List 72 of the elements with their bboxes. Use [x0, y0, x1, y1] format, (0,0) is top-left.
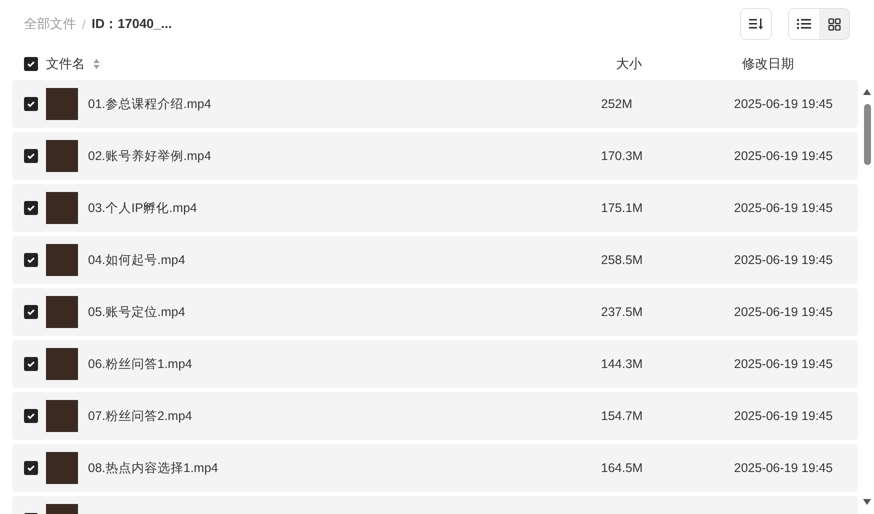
checkbox[interactable]: [24, 201, 38, 215]
modified-date: 2025-06-19 19:45: [734, 149, 834, 163]
file-size: 154.7M: [601, 409, 644, 423]
file-size: 252M: [601, 97, 634, 111]
scroll-up-icon[interactable]: [862, 88, 872, 96]
file-size: 164.5M: [601, 461, 644, 475]
file-row[interactable]: 03.个人IP孵化.mp4 175.1M 2025-06-19 19:45: [12, 184, 858, 232]
file-size: 237.5M: [601, 305, 644, 319]
scroll-down-icon[interactable]: [862, 498, 872, 506]
current-folder: ID：17040_...: [92, 15, 172, 33]
scrollbar-thumb[interactable]: [864, 104, 871, 165]
file-row[interactable]: 07.粉丝问答2.mp4 154.7M 2025-06-19 19:45: [12, 392, 858, 440]
photo-placeholder: [46, 296, 78, 328]
check-icon: [26, 99, 36, 109]
column-header: 大小: [615, 55, 643, 73]
photo-placeholder: [46, 140, 78, 172]
file-name: 05.账号定位.mp4: [87, 304, 186, 320]
file-size: 175.1M: [601, 201, 644, 215]
file-name: 02.账号养好举例.mp4: [87, 148, 212, 164]
modified-date: 2025-06-19 19:45: [734, 409, 834, 423]
file-name: 08.热点内容选择1.mp4: [87, 460, 220, 476]
file-row[interactable]: 04.如何起号.mp4 258.5M 2025-06-19 19:45: [12, 236, 858, 284]
grid-view-button[interactable]: [819, 9, 849, 39]
file-row[interactable]: 02.账号养好举例.mp4 170.3M 2025-06-19 19:45: [12, 132, 858, 180]
list-view-icon: [797, 18, 811, 30]
photo-placeholder: [46, 88, 78, 120]
check-icon: [26, 463, 36, 473]
check-icon: [26, 255, 36, 265]
file-name: 07.粉丝问答2.mp4: [87, 408, 194, 424]
checkbox[interactable]: [24, 57, 38, 71]
modified-date: 2025-06-19 19:45: [734, 201, 834, 215]
photo-placeholder: [46, 400, 78, 432]
file-row[interactable]: 08.热点内容选择1.mp4 164.5M 2025-06-19 19:45: [12, 444, 858, 492]
breadcrumb-separator: /: [82, 16, 86, 32]
file-name: 03.个人IP孵化.mp4: [87, 200, 198, 216]
checkbox[interactable]: [24, 253, 38, 267]
file-name: 01.参总课程介绍.mp4: [87, 96, 212, 112]
checkbox[interactable]: [24, 149, 38, 163]
checkbox[interactable]: [24, 357, 38, 371]
photo-placeholder: [46, 452, 78, 484]
modified-date: 2025-06-19 19:45: [734, 97, 834, 111]
modified-date: 2025-06-19 19:45: [734, 461, 834, 475]
check-icon: [26, 151, 36, 161]
file-size: 144.3M: [601, 357, 644, 371]
photo-placeholder: [46, 192, 78, 224]
column-header[interactable]: 文件名: [46, 55, 85, 73]
sort-button[interactable]: [740, 8, 772, 40]
file-size: 170.3M: [601, 149, 644, 163]
modified-date: 2025-06-19 19:45: [734, 305, 834, 319]
checkbox[interactable]: [24, 97, 38, 111]
check-icon: [26, 359, 36, 369]
file-name: 06.粉丝问答1.mp4: [87, 356, 194, 372]
modified-date: 2025-06-19 19:45: [734, 357, 834, 371]
file-name: 04.如何起号.mp4: [87, 252, 186, 268]
file-row[interactable]: 01.参总课程介绍.mp4 252M 2025-06-19 19:45: [12, 80, 858, 128]
checkbox[interactable]: [24, 461, 38, 475]
file-size: 258.5M: [601, 253, 644, 267]
check-icon: [26, 59, 36, 69]
check-icon: [26, 203, 36, 213]
checkbox[interactable]: [24, 409, 38, 423]
modified-date: 2025-06-19 19:45: [734, 253, 834, 267]
photo-placeholder: [46, 244, 78, 276]
sort-arrows-icon: [93, 59, 100, 69]
sort-icon: [749, 18, 763, 30]
file-row[interactable]: 05.账号定位.mp4 237.5M 2025-06-19 19:45: [12, 288, 858, 336]
photo-placeholder: [46, 348, 78, 380]
check-icon: [26, 411, 36, 421]
column-header: 修改日期: [741, 55, 795, 73]
file-row[interactable]: 06.粉丝问答1.mp4 144.3M 2025-06-19 19:45: [12, 340, 858, 388]
grid-view-icon: [828, 18, 840, 30]
checkbox[interactable]: [24, 305, 38, 319]
check-icon: [26, 307, 36, 317]
